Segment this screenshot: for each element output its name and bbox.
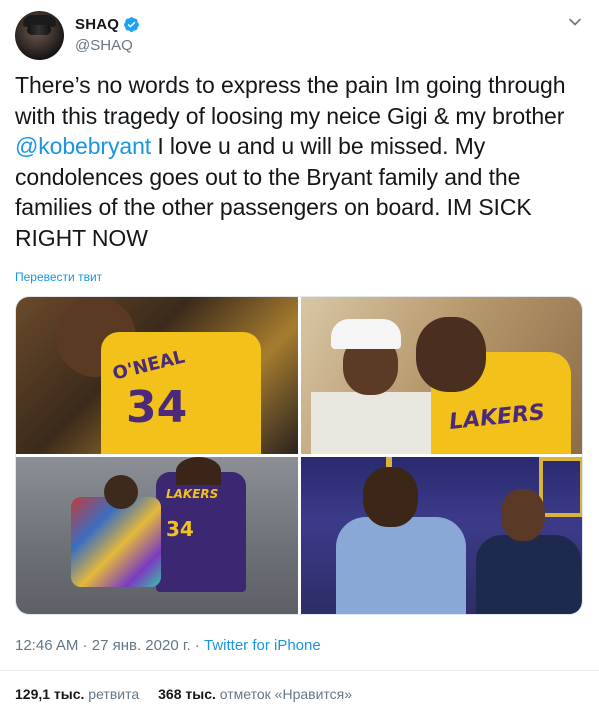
retweets-count: 129,1 тыс. bbox=[15, 686, 85, 702]
translate-tweet-link[interactable]: Перевести твит bbox=[15, 270, 102, 284]
retweets-stat[interactable]: 129,1 тыс. ретвита bbox=[15, 686, 139, 702]
photo-2[interactable]: LAKERS bbox=[301, 297, 582, 454]
photo-1-jersey-number: 34 bbox=[126, 382, 188, 433]
tweet-date[interactable]: 27 янв. 2020 г. bbox=[92, 637, 191, 654]
tweet-stats: 129,1 тыс. ретвита 368 тыс. отметок «Нрав… bbox=[15, 686, 352, 702]
photo-4-suit-right bbox=[476, 535, 581, 614]
separator: · bbox=[78, 637, 92, 654]
avatar[interactable] bbox=[15, 11, 64, 60]
likes-stat[interactable]: 368 тыс. отметок «Нравится» bbox=[158, 686, 352, 702]
photo-grid: O'NEAL 34 LAKERS LAKERS 34 bbox=[15, 296, 583, 615]
retweets-label: ретвита bbox=[84, 686, 140, 702]
verified-badge-icon bbox=[124, 17, 140, 32]
photo-3-head-right bbox=[176, 457, 221, 485]
photo-4-head-left bbox=[363, 467, 418, 527]
photo-4-suit-left bbox=[336, 517, 466, 614]
photo-4-frame bbox=[539, 457, 582, 517]
mention-link[interactable]: @kobebryant bbox=[15, 133, 151, 159]
tweet-header: SHAQ @SHAQ bbox=[15, 10, 585, 62]
display-name[interactable]: SHAQ bbox=[75, 16, 119, 33]
avatar-sunglasses bbox=[27, 25, 51, 35]
likes-count: 368 тыс. bbox=[158, 686, 216, 702]
tweet-text: There’s no words to express the pain Im … bbox=[15, 70, 587, 253]
chevron-down-icon[interactable] bbox=[567, 14, 583, 30]
photo-2-face-right bbox=[416, 317, 486, 392]
photo-2-hat bbox=[331, 319, 401, 349]
tweet-text-part1: There’s no words to express the pain Im … bbox=[15, 72, 566, 129]
divider bbox=[0, 670, 599, 671]
photo-2-shirt bbox=[311, 392, 431, 454]
photo-3[interactable]: LAKERS 34 bbox=[16, 457, 298, 614]
tweet-time[interactable]: 12:46 AM bbox=[15, 637, 78, 654]
likes-label: отметок «Нравится» bbox=[215, 686, 353, 702]
photo-3-head-left bbox=[104, 475, 138, 509]
photo-4[interactable] bbox=[301, 457, 582, 614]
handle[interactable]: @SHAQ bbox=[75, 37, 133, 54]
name-row: SHAQ bbox=[75, 16, 140, 33]
photo-1[interactable]: O'NEAL 34 bbox=[16, 297, 298, 454]
tweet-source-link[interactable]: Twitter for iPhone bbox=[204, 637, 321, 654]
separator: · bbox=[190, 637, 204, 654]
photo-3-jersey-text: LAKERS bbox=[166, 487, 219, 501]
photo-3-jersey-number: 34 bbox=[166, 517, 194, 541]
tweet-timestamp: 12:46 AM · 27 янв. 2020 г. · Twitter for… bbox=[15, 637, 321, 654]
photo-4-head-right bbox=[501, 489, 545, 541]
photo-3-jacket bbox=[71, 497, 161, 587]
